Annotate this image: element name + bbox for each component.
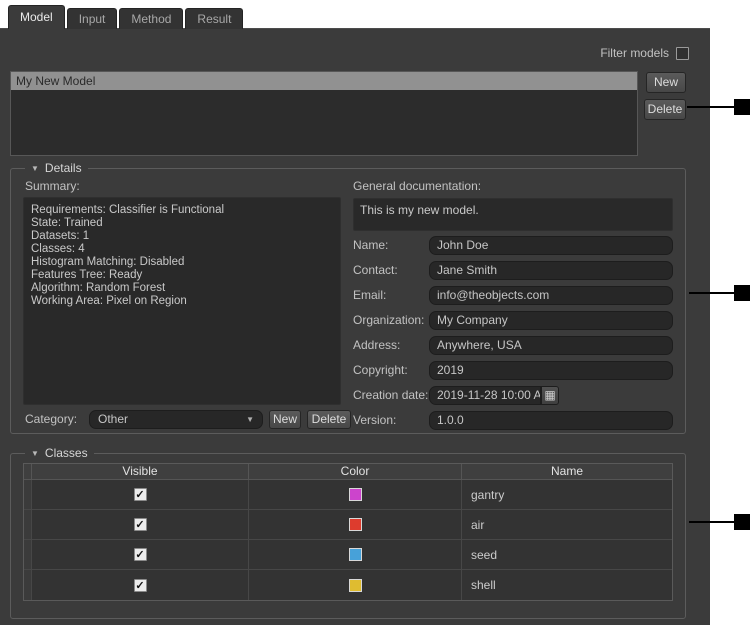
classes-groupbox: ▼ Classes Visible Color Name ✓ gantry (10, 453, 686, 619)
color-cell (249, 510, 462, 540)
field-row-version: Version: 1.0.0 (353, 411, 673, 430)
category-selected-value: Other (98, 412, 128, 426)
checkmark-icon: ✓ (135, 548, 144, 561)
classes-group-title: Classes (45, 446, 88, 461)
version-label: Version: (353, 411, 396, 430)
color-cell (249, 570, 462, 600)
color-swatch[interactable] (349, 488, 362, 501)
filter-models-label: Filter models (600, 46, 669, 60)
callout-marker-delete-button (734, 99, 750, 115)
category-label: Category: (25, 410, 77, 429)
delete-model-button[interactable]: Delete (644, 99, 686, 120)
column-header-visible[interactable]: Visible (32, 464, 249, 480)
tab-bar: Model Input Method Result (8, 5, 245, 29)
class-name-cell[interactable]: gantry (462, 480, 672, 510)
callout-line-classes (689, 521, 734, 523)
row-header[interactable] (24, 480, 32, 510)
field-row-email: Email: info@theobjects.com (353, 286, 673, 305)
checkmark-icon: ✓ (135, 579, 144, 592)
category-dropdown[interactable]: Other ▼ (89, 410, 263, 429)
visible-cell: ✓ (32, 570, 249, 600)
callout-marker-classes (734, 514, 750, 530)
row-header[interactable] (24, 510, 32, 540)
class-name-cell[interactable]: shell (462, 570, 672, 600)
field-row-organization: Organization: My Company (353, 311, 673, 330)
version-field[interactable]: 1.0.0 (429, 411, 673, 430)
collapse-triangle-icon[interactable]: ▼ (31, 161, 39, 176)
details-groupbox: ▼ Details Summary: Requirements: Classif… (10, 168, 686, 434)
model-list[interactable]: My New Model (10, 71, 638, 156)
column-header-color[interactable]: Color (249, 464, 462, 480)
visible-cell: ✓ (32, 480, 249, 510)
summary-label: Summary: (25, 179, 80, 193)
class-name-cell[interactable]: air (462, 510, 672, 540)
row-header[interactable] (24, 540, 32, 570)
classes-table: Visible Color Name ✓ gantry ✓ (23, 463, 673, 601)
new-model-button[interactable]: New (646, 72, 686, 93)
email-field[interactable]: info@theobjects.com (429, 286, 673, 305)
classes-group-header[interactable]: ▼ Classes (25, 446, 94, 461)
visible-cell: ✓ (32, 510, 249, 540)
new-category-button[interactable]: New (269, 410, 301, 429)
name-field[interactable]: John Doe (429, 236, 673, 255)
filter-models-row: Filter models (600, 46, 689, 60)
copyright-field[interactable]: 2019 (429, 361, 673, 380)
color-swatch[interactable] (349, 548, 362, 561)
field-row-contact: Contact: Jane Smith (353, 261, 673, 280)
field-row-name: Name: John Doe (353, 236, 673, 255)
callout-marker-details (734, 285, 750, 301)
documentation-label: General documentation: (353, 179, 481, 193)
model-properties-page: Model Input Method Result Filter models … (0, 0, 750, 625)
row-header[interactable] (24, 570, 32, 600)
email-label: Email: (353, 286, 386, 305)
color-swatch[interactable] (349, 518, 362, 531)
field-row-copyright: Copyright: 2019 (353, 361, 673, 380)
tab-method[interactable]: Method (119, 8, 183, 29)
name-label: Name: (353, 236, 388, 255)
details-group-title: Details (45, 161, 82, 176)
color-cell (249, 540, 462, 570)
callout-line-details (689, 292, 734, 294)
organization-field[interactable]: My Company (429, 311, 673, 330)
contact-field[interactable]: Jane Smith (429, 261, 673, 280)
color-cell (249, 480, 462, 510)
details-group-header[interactable]: ▼ Details (25, 161, 88, 176)
address-field[interactable]: Anywhere, USA (429, 336, 673, 355)
address-label: Address: (353, 336, 400, 355)
summary-textarea[interactable]: Requirements: Classifier is Functional S… (23, 197, 341, 405)
visible-checkbox[interactable]: ✓ (134, 579, 147, 592)
tab-model[interactable]: Model (8, 5, 65, 29)
delete-category-button[interactable]: Delete (307, 410, 351, 429)
visible-checkbox[interactable]: ✓ (134, 548, 147, 561)
filter-models-checkbox[interactable] (676, 47, 689, 60)
visible-checkbox[interactable]: ✓ (134, 518, 147, 531)
column-header-name[interactable]: Name (462, 464, 672, 480)
tab-input[interactable]: Input (67, 8, 118, 29)
visible-checkbox[interactable]: ✓ (134, 488, 147, 501)
checkmark-icon: ✓ (135, 518, 144, 531)
organization-label: Organization: (353, 311, 424, 330)
table-corner (24, 464, 32, 480)
creation-date-field[interactable]: 2019-11-28 10:00 AM (429, 386, 541, 405)
creation-date-label: Creation date: (353, 386, 428, 405)
collapse-triangle-icon[interactable]: ▼ (31, 446, 39, 461)
documentation-textarea[interactable]: This is my new model. (353, 198, 673, 231)
visible-cell: ✓ (32, 540, 249, 570)
class-name-cell[interactable]: seed (462, 540, 672, 570)
field-row-address: Address: Anywhere, USA (353, 336, 673, 355)
calendar-icon[interactable]: ▦ (541, 386, 559, 405)
chevron-down-icon: ▼ (246, 412, 254, 428)
checkmark-icon: ✓ (135, 488, 144, 501)
contact-label: Contact: (353, 261, 398, 280)
copyright-label: Copyright: (353, 361, 408, 380)
callout-line-delete-button (687, 106, 734, 108)
list-item-selected[interactable]: My New Model (11, 72, 637, 90)
field-row-creation-date: Creation date: 2019-11-28 10:00 AM ▦ (353, 386, 673, 405)
model-tab-panel: Filter models My New Model New Delete ▼ … (0, 28, 710, 625)
tab-result[interactable]: Result (185, 8, 243, 29)
color-swatch[interactable] (349, 579, 362, 592)
